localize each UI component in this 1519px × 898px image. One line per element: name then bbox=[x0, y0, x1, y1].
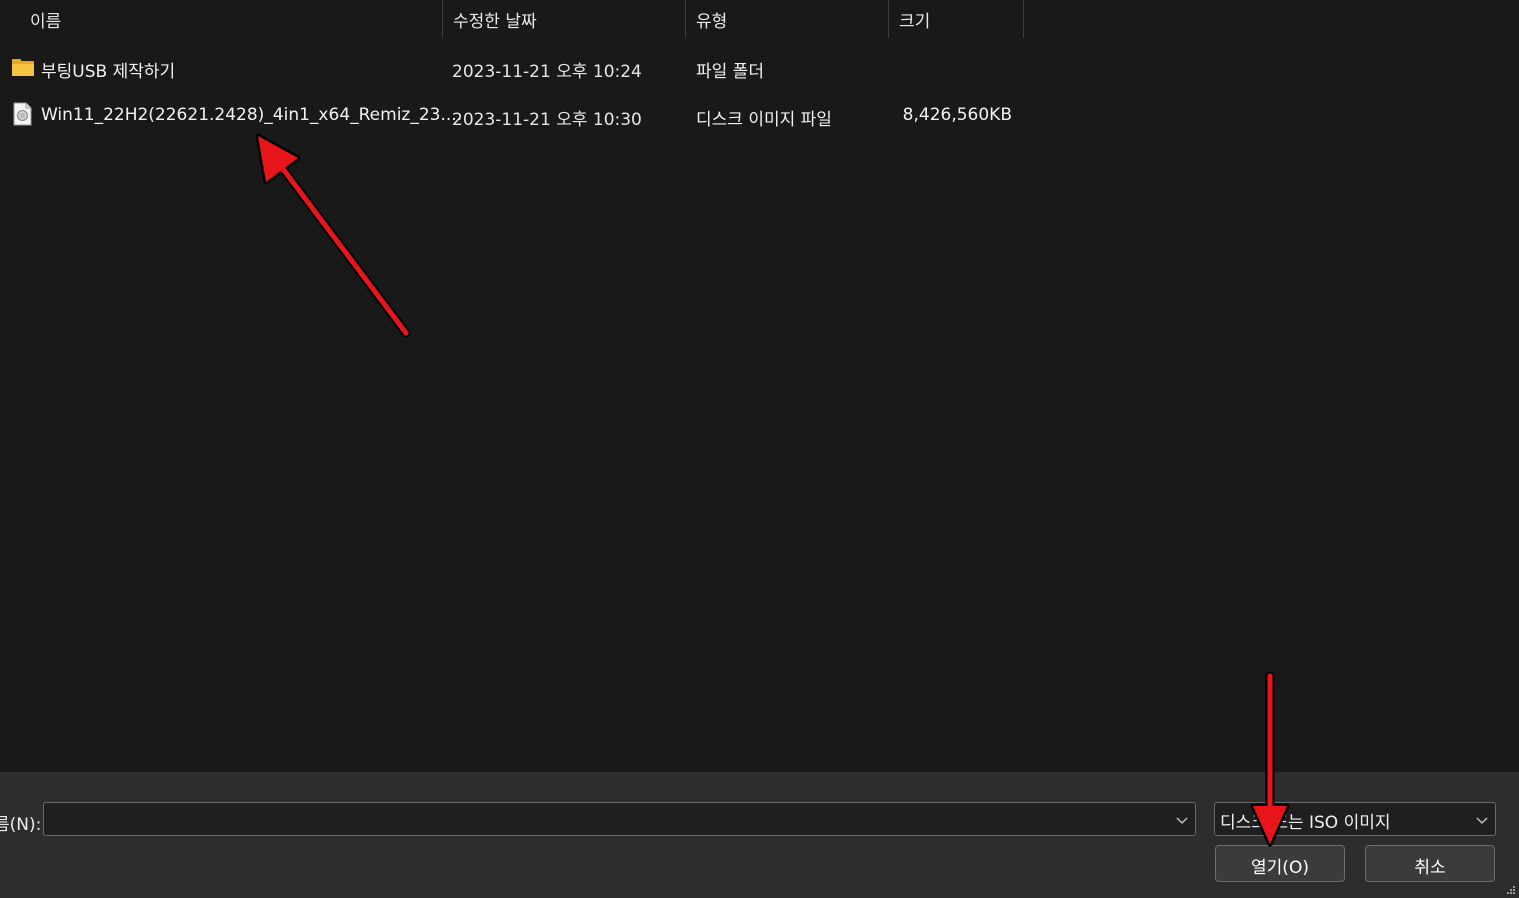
dialog-footer: 름(N): 디스크 또는 ISO 이미지 열기(O) 취소 bbox=[0, 772, 1519, 898]
column-header-date-label: 수정한 날짜 bbox=[453, 12, 537, 32]
column-header-type-label: 유형 bbox=[696, 12, 728, 32]
column-header-size[interactable]: 크기 bbox=[889, 0, 1024, 38]
column-header-size-label: 크기 bbox=[899, 12, 931, 32]
file-row-iso[interactable]: Win11_22H2(22621.2428)_4in1_x64_Remiz_23… bbox=[0, 94, 1030, 140]
filename-label: 름(N): bbox=[0, 815, 42, 835]
filetype-chevron-down-icon[interactable] bbox=[1476, 814, 1488, 826]
file-modified: 2023-11-21 오후 10:24 bbox=[452, 62, 642, 82]
file-modified: 2023-11-21 오후 10:30 bbox=[452, 110, 642, 130]
file-type: 파일 폴더 bbox=[696, 62, 764, 82]
filetype-select[interactable]: 디스크 또는 ISO 이미지 bbox=[1214, 802, 1496, 836]
column-header-name-label: 이름 bbox=[30, 12, 62, 32]
file-row-folder[interactable]: 부팅USB 제작하기 2023-11-21 오후 10:24 파일 폴더 bbox=[0, 46, 1030, 92]
filename-history-chevron-down-icon[interactable] bbox=[1176, 814, 1188, 826]
sort-ascending-icon: ^ bbox=[244, 0, 255, 8]
folder-icon bbox=[12, 59, 34, 76]
annotation-arrow-to-iso-file bbox=[255, 133, 411, 338]
resize-grip-icon[interactable] bbox=[1506, 885, 1516, 895]
file-size: 8,426,560KB bbox=[902, 105, 1012, 125]
file-name: Win11_22H2(22621.2428)_4in1_x64_Remiz_23… bbox=[41, 105, 463, 125]
disc-image-file-icon bbox=[13, 102, 32, 126]
filename-input[interactable] bbox=[43, 802, 1196, 836]
file-name: 부팅USB 제작하기 bbox=[41, 62, 176, 82]
filetype-selected-value: 디스크 또는 ISO 이미지 bbox=[1220, 813, 1391, 833]
column-header: 이름 ^ 수정한 날짜 유형 크기 bbox=[0, 0, 1519, 38]
file-type: 디스크 이미지 파일 bbox=[696, 110, 832, 130]
column-header-type[interactable]: 유형 bbox=[686, 0, 889, 38]
column-header-name[interactable]: 이름 ^ bbox=[20, 0, 443, 38]
cancel-button[interactable]: 취소 bbox=[1365, 845, 1495, 882]
open-button[interactable]: 열기(O) bbox=[1215, 845, 1345, 882]
open-file-dialog: 이름 ^ 수정한 날짜 유형 크기 부팅USB 제작하기 2023-11-21 … bbox=[0, 0, 1519, 898]
column-header-date[interactable]: 수정한 날짜 bbox=[443, 0, 686, 38]
